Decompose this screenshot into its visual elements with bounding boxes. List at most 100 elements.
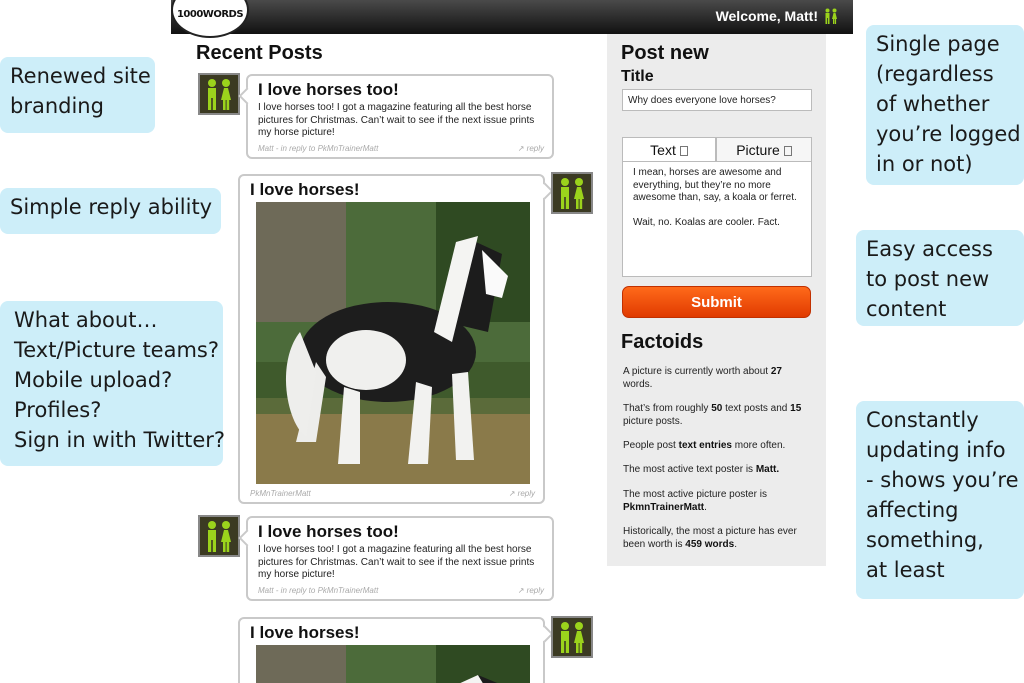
factoid-value: PkmnTrainerMatt	[623, 501, 705, 513]
people-icon	[561, 622, 584, 653]
people-icon	[208, 79, 231, 110]
picture-icon	[783, 146, 792, 156]
post-card: I love horses! PkMnTrainerMatt ↗ reply	[238, 174, 545, 504]
annotation-line: Sign in with Twitter?	[14, 428, 226, 452]
annotation-line: What about…	[14, 308, 158, 332]
annotation-line: in or not)	[876, 152, 973, 176]
factoid-item: People post text entries more often.	[623, 440, 813, 453]
submit-button[interactable]: Submit	[622, 286, 811, 318]
factoid-item: That’s from roughly 50 text posts and 15…	[623, 403, 813, 428]
tab-picture[interactable]: Picture	[716, 137, 812, 162]
annotation-easy-access: Easy access to post new content	[856, 230, 1024, 326]
factoid-text: A picture is currently worth about	[623, 366, 771, 377]
factoid-text: The most active picture poster is	[623, 489, 767, 500]
factoid-value: 50	[711, 403, 723, 414]
factoid-text: words.	[623, 378, 653, 390]
annotation-line: (regardless	[876, 62, 994, 86]
factoid-text: That’s from roughly	[623, 403, 712, 414]
avatar[interactable]	[551, 616, 593, 658]
factoid-value: 15	[790, 403, 802, 414]
factoid-text: text posts and	[722, 403, 791, 414]
annotation-renewed-branding: Renewed site branding	[0, 57, 155, 133]
people-icon	[561, 178, 584, 209]
factoid-value: Matt.	[755, 464, 780, 475]
annotation-line: Constantly	[866, 408, 979, 432]
annotation-line: Easy access	[866, 237, 993, 261]
factoid-item: The most active text poster is Matt.	[623, 464, 813, 477]
reply-label: reply	[526, 144, 544, 153]
annotation-simple-reply: Simple reply ability	[0, 188, 221, 234]
annotation-line: updating info	[866, 438, 1006, 462]
factoid-value: text entries	[678, 440, 732, 451]
factoid-item: The most active picture poster is PkmnTr…	[623, 489, 813, 514]
people-icon	[208, 521, 231, 552]
post-meta[interactable]: Matt - in reply to PkMnTrainerMatt	[258, 586, 378, 595]
annotation-line: you’re logged	[876, 122, 1021, 146]
factoid-text: .	[704, 501, 707, 513]
reply-link[interactable]: ↗ reply	[509, 489, 535, 498]
annotation-line: Renewed site	[10, 64, 151, 88]
reply-label: reply	[526, 586, 544, 595]
title-input[interactable]: Why does everyone love horses?	[622, 89, 812, 111]
factoid-value: 459 words	[685, 538, 735, 550]
post-body: I love horses too! I got a magazine feat…	[258, 544, 535, 580]
people-icon[interactable]	[823, 8, 839, 24]
document-icon	[679, 146, 688, 156]
recent-posts-title: Recent Posts	[196, 42, 323, 64]
horse-photo[interactable]	[256, 645, 530, 683]
factoid-item: A picture is currently worth about 27 wo…	[623, 366, 813, 391]
post-body: I love horses too! I got a magazine feat…	[258, 102, 535, 138]
post-meta[interactable]: PkMnTrainerMatt	[250, 489, 311, 498]
annotation-line: of whether	[876, 92, 990, 116]
reply-arrow-icon: ↗	[517, 586, 525, 595]
post-title: I love horses too!	[258, 80, 399, 99]
horse-photo[interactable]	[256, 202, 530, 484]
tab-label: Text	[650, 142, 676, 158]
reply-arrow-icon: ↗	[508, 489, 516, 498]
reply-link[interactable]: ↗ reply	[518, 144, 544, 153]
reply-link[interactable]: ↗ reply	[518, 586, 544, 595]
annotation-line: - shows you’re	[866, 468, 1019, 492]
annotation-line: Single page	[876, 32, 1000, 56]
reply-label: reply	[517, 489, 535, 498]
annotation-line: Simple reply ability	[10, 195, 213, 219]
factoid-value: 27	[770, 366, 782, 377]
reply-arrow-icon: ↗	[517, 144, 525, 153]
post-body-textarea[interactable]: I mean, horses are awesome and everythin…	[622, 161, 812, 277]
tab-text[interactable]: Text	[622, 137, 716, 162]
post-title: I love horses!	[250, 623, 360, 642]
avatar[interactable]	[198, 515, 240, 557]
post-card: I love horses too! I love horses too! I …	[246, 516, 554, 601]
annotation-what-about: What about… Text/Picture teams? Mobile u…	[0, 301, 226, 466]
avatar[interactable]	[198, 73, 240, 115]
annotation-line: at least	[866, 558, 945, 582]
factoid-text: picture posts.	[623, 415, 683, 427]
annotation-line: Profiles?	[14, 398, 102, 422]
annotation-line: Text/Picture teams?	[14, 338, 220, 362]
post-title: I love horses too!	[258, 522, 399, 541]
post-card: I love horses!	[238, 617, 545, 683]
post-title: I love horses!	[250, 180, 360, 199]
site-logo-text: 1000WORDS	[176, 9, 244, 20]
factoid-text: People post	[623, 440, 679, 451]
annotation-constantly-updating: Constantly updating info - shows you’re …	[856, 401, 1024, 599]
factoid-text: more often.	[731, 440, 786, 451]
post-new-heading: Post new	[621, 42, 709, 64]
factoids-heading: Factoids	[621, 331, 704, 353]
annotation-line: to post new	[866, 267, 990, 291]
annotation-single-page: Single page (regardless of whether you’r…	[866, 25, 1024, 185]
annotation-line: branding	[10, 94, 104, 118]
annotation-line: content	[866, 297, 947, 321]
avatar[interactable]	[551, 172, 593, 214]
textarea-paragraph: Wait, no. Koalas are cooler. Fact.	[633, 216, 780, 228]
textarea-paragraph: I mean, horses are awesome and everythin…	[633, 167, 797, 203]
annotation-line: Mobile upload?	[14, 368, 173, 392]
welcome-message[interactable]: Welcome, Matt!	[716, 8, 818, 24]
annotation-line: affecting	[866, 498, 959, 522]
factoid-text: The most active text poster is	[623, 464, 756, 475]
post-card: I love horses too! I love horses too! I …	[246, 74, 554, 159]
tab-label: Picture	[736, 142, 780, 158]
title-label: Title	[621, 68, 654, 85]
post-meta[interactable]: Matt - in reply to PkMnTrainerMatt	[258, 144, 378, 153]
factoid-item: Historically, the most a picture has eve…	[623, 526, 813, 551]
